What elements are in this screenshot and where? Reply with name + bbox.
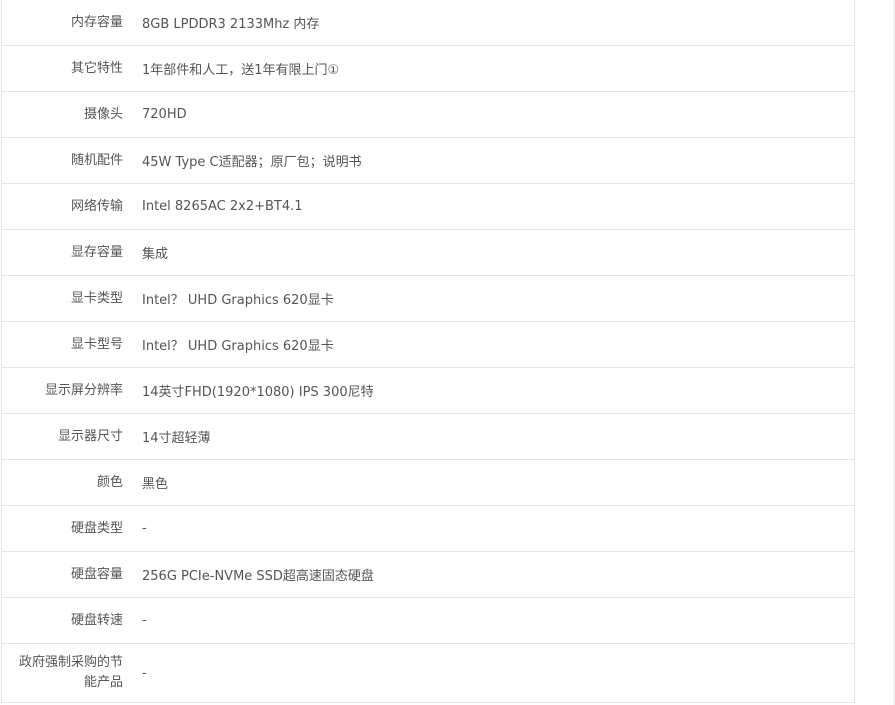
spec-row: 显示屏分辨率 14英寸FHD(1920*1080) IPS 300尼特: [1, 367, 855, 414]
spec-table: 内存容量 8GB LPDDR3 2133Mhz 内存 其它特性 1年部件和人工，…: [1, 0, 855, 703]
spec-key: 显示器尺寸: [1, 413, 123, 460]
spec-key-cell: 政府强制采购的节能产品: [1, 643, 123, 703]
spec-key: 硬盘转速: [1, 597, 123, 644]
spec-value: 256G PCIe-NVMe SSD超高速固态硬盘: [123, 551, 855, 598]
spec-key: 硬盘容量: [1, 551, 123, 598]
spec-value: 集成: [123, 229, 855, 276]
spec-value: 黑色: [123, 459, 855, 506]
spec-key: 显示屏分辨率: [1, 367, 123, 414]
spec-row: 网络传输 Intel 8265AC 2x2+BT4.1: [1, 183, 855, 230]
spec-key: 网络传输: [1, 183, 123, 230]
spec-value: 720HD: [123, 91, 855, 138]
spec-key: 其它特性: [1, 45, 123, 92]
spec-row: 硬盘容量 256G PCIe-NVMe SSD超高速固态硬盘: [1, 551, 855, 598]
spec-value: Intel？ UHD Graphics 620显卡: [123, 275, 855, 322]
spec-value: -: [123, 597, 855, 644]
spec-row: 显卡类型 Intel？ UHD Graphics 620显卡: [1, 275, 855, 322]
spec-value: -: [123, 643, 855, 703]
spec-key: 显卡型号: [1, 321, 123, 368]
spec-key: 内存容量: [1, 0, 123, 46]
spec-value: Intel 8265AC 2x2+BT4.1: [123, 183, 855, 230]
spec-row: 显存容量 集成: [1, 229, 855, 276]
spec-row: 内存容量 8GB LPDDR3 2133Mhz 内存: [1, 0, 855, 46]
spec-key: 政府强制采购的节能产品: [18, 655, 123, 690]
spec-row: 显示器尺寸 14寸超轻薄: [1, 413, 855, 460]
spec-value: 8GB LPDDR3 2133Mhz 内存: [123, 0, 855, 46]
spec-row: 其它特性 1年部件和人工，送1年有限上门①: [1, 45, 855, 92]
spec-row: 随机配件 45W Type C适配器；原厂包；说明书: [1, 137, 855, 184]
spec-value: Intel？ UHD Graphics 620显卡: [123, 321, 855, 368]
spec-key: 颜色: [1, 459, 123, 506]
spec-key: 显卡类型: [1, 275, 123, 322]
spec-value: 1年部件和人工，送1年有限上门①: [123, 45, 855, 92]
spec-row: 颜色 黑色: [1, 459, 855, 506]
spec-key: 显存容量: [1, 229, 123, 276]
spec-key: 硬盘类型: [1, 505, 123, 552]
spec-row: 政府强制采购的节能产品 -: [1, 643, 855, 703]
spec-value: 14寸超轻薄: [123, 413, 855, 460]
spec-row: 硬盘转速 -: [1, 597, 855, 644]
spec-value: 14英寸FHD(1920*1080) IPS 300尼特: [123, 367, 855, 414]
spec-key: 摄像头: [1, 91, 123, 138]
spec-value: 45W Type C适配器；原厂包；说明书: [123, 137, 855, 184]
spec-row: 显卡型号 Intel？ UHD Graphics 620显卡: [1, 321, 855, 368]
spec-row: 摄像头 720HD: [1, 91, 855, 138]
spec-row: 硬盘类型 -: [1, 505, 855, 552]
spec-key: 随机配件: [1, 137, 123, 184]
spec-value: -: [123, 505, 855, 552]
